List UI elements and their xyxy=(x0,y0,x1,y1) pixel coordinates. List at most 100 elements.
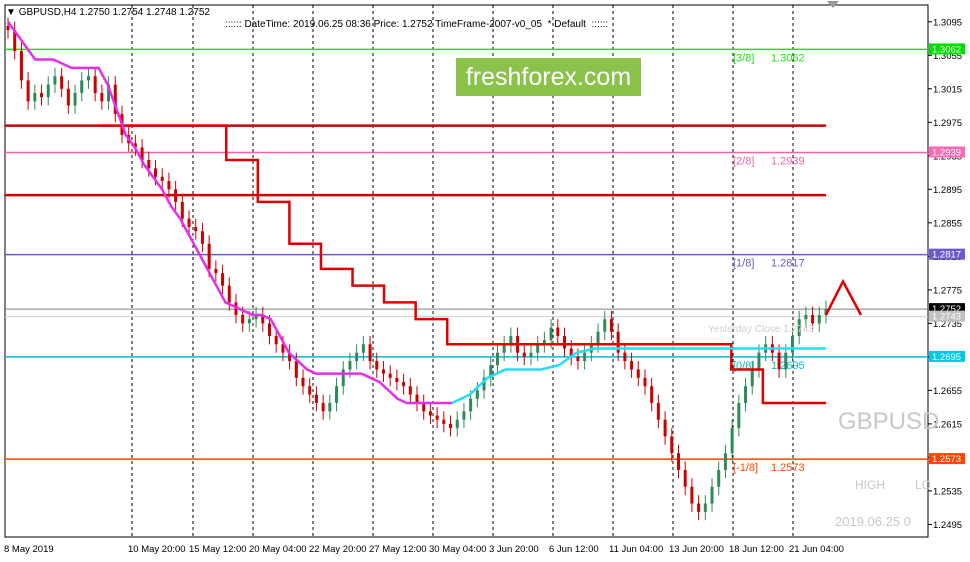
level-value: 1.2573 xyxy=(771,462,805,474)
candle-body xyxy=(388,373,392,378)
x-tick-label: 18 Jun 12:00 xyxy=(729,544,784,555)
candle-body xyxy=(509,335,513,345)
y-tick-label: 1.2855 xyxy=(933,218,962,229)
high-label: HIGH xyxy=(855,478,885,492)
candle-body xyxy=(26,80,30,102)
candle-body xyxy=(549,327,553,341)
candle-body xyxy=(214,268,218,274)
candle-body xyxy=(737,402,741,429)
candle-body xyxy=(462,411,466,420)
candle-body xyxy=(160,176,164,181)
candle-body xyxy=(200,231,204,244)
candle-body xyxy=(60,76,64,89)
x-tick-label: 27 May 12:00 xyxy=(369,544,427,555)
x-tick-label: 30 May 04:00 xyxy=(429,544,487,555)
candle-body xyxy=(321,402,325,412)
candle-body xyxy=(723,453,727,470)
candle-body xyxy=(381,369,385,374)
level-value: 1.2817 xyxy=(771,258,805,270)
candle-body xyxy=(536,344,540,353)
candle-body xyxy=(757,352,761,370)
candle-body xyxy=(348,361,352,370)
candle-body xyxy=(455,419,459,429)
candle-body xyxy=(73,92,77,106)
broker-watermark: freshforex.com xyxy=(456,58,641,96)
candle-body xyxy=(636,369,640,378)
price-tag-label: 1.2817 xyxy=(932,250,961,261)
level-label: [-1/8] xyxy=(733,462,758,474)
candle-body xyxy=(267,323,271,336)
candle-body xyxy=(442,419,446,424)
candle-body xyxy=(703,503,707,512)
candle-body xyxy=(777,352,781,370)
level-label: [2/8] xyxy=(733,155,754,167)
candle-body xyxy=(154,168,158,177)
x-tick-label: 10 May 20:00 xyxy=(128,544,186,555)
y-tick-label: 1.2535 xyxy=(933,486,962,497)
candle-body xyxy=(596,331,600,345)
candle-body xyxy=(650,386,654,403)
x-tick-label: 22 May 20:00 xyxy=(309,544,367,555)
symbol-header: ▼ GBPUSD,H4 1.2750 1.2754 1.2748 1.2752 xyxy=(6,7,210,18)
level-value: 1.2695 xyxy=(771,360,805,372)
x-tick-label: 8 May 2019 xyxy=(4,544,54,555)
x-tick-label: 21 Jun 04:00 xyxy=(789,544,844,555)
candle-body xyxy=(583,352,587,362)
candle-body xyxy=(368,344,372,362)
symbol-overlay: GBPUSD xyxy=(838,408,940,435)
candle-body xyxy=(187,218,191,228)
candle-body xyxy=(33,92,37,102)
candle-body xyxy=(750,369,754,387)
candle-body xyxy=(630,361,634,370)
candle-body xyxy=(804,314,808,320)
dots-icon: :::::: xyxy=(588,19,609,30)
candle-body xyxy=(100,92,104,102)
candle-body xyxy=(335,386,339,403)
collapse-arrow-icon[interactable] xyxy=(826,0,840,9)
candle-body xyxy=(811,314,815,324)
price-tag-label: 1.2573 xyxy=(932,454,961,465)
candle-body xyxy=(529,352,533,357)
candle-body xyxy=(147,159,151,169)
y-tick-label: 1.2975 xyxy=(933,118,962,129)
candle-body xyxy=(314,394,318,403)
symbol-quote: GBPUSD,H4 1.2750 1.2754 1.2748 1.2752 xyxy=(18,7,210,18)
candle-body xyxy=(66,88,70,106)
candle-body xyxy=(375,361,379,370)
indicator-info: :::::: DateTime: 2019.06.25 08:36 Price:… xyxy=(225,19,608,30)
candle-body xyxy=(294,361,298,378)
candle-body xyxy=(395,377,399,383)
dots-icon: :::::: xyxy=(225,19,242,30)
candle-body xyxy=(643,377,647,387)
y-tick-label: 1.2655 xyxy=(933,386,962,397)
candle-body xyxy=(449,423,453,429)
candle-body xyxy=(19,51,23,81)
candle-body xyxy=(428,411,432,416)
candle-body xyxy=(609,319,613,332)
candle-body xyxy=(46,84,50,98)
chevron-down-icon[interactable]: ▼ xyxy=(6,7,16,18)
candle-body xyxy=(576,356,580,362)
candle-body xyxy=(623,352,627,362)
x-tick-label: 3 Jun 20:00 xyxy=(489,544,539,555)
candle-body xyxy=(247,319,251,324)
level-label: [1/8] xyxy=(733,258,754,270)
dots-icon: * xyxy=(544,19,552,30)
candle-body xyxy=(328,402,332,412)
candle-body xyxy=(40,92,44,98)
candle-body xyxy=(475,390,479,399)
candle-body xyxy=(408,386,412,395)
candle-body xyxy=(415,394,419,403)
x-tick-label: 13 Jun 20:00 xyxy=(669,544,724,555)
candle-body xyxy=(180,201,184,219)
candle-body xyxy=(690,486,694,504)
candle-body xyxy=(556,327,560,336)
yesterday-close-label: Yesterday Close 1.2743 xyxy=(708,324,814,335)
x-tick-label: 11 Jun 04:00 xyxy=(609,544,663,555)
level-value: 1.3062 xyxy=(771,52,805,64)
candle-body xyxy=(683,469,687,487)
candle-body xyxy=(522,352,526,357)
y-tick-label: 1.2895 xyxy=(933,185,962,196)
candle-body xyxy=(663,419,667,437)
candle-body xyxy=(435,415,439,420)
